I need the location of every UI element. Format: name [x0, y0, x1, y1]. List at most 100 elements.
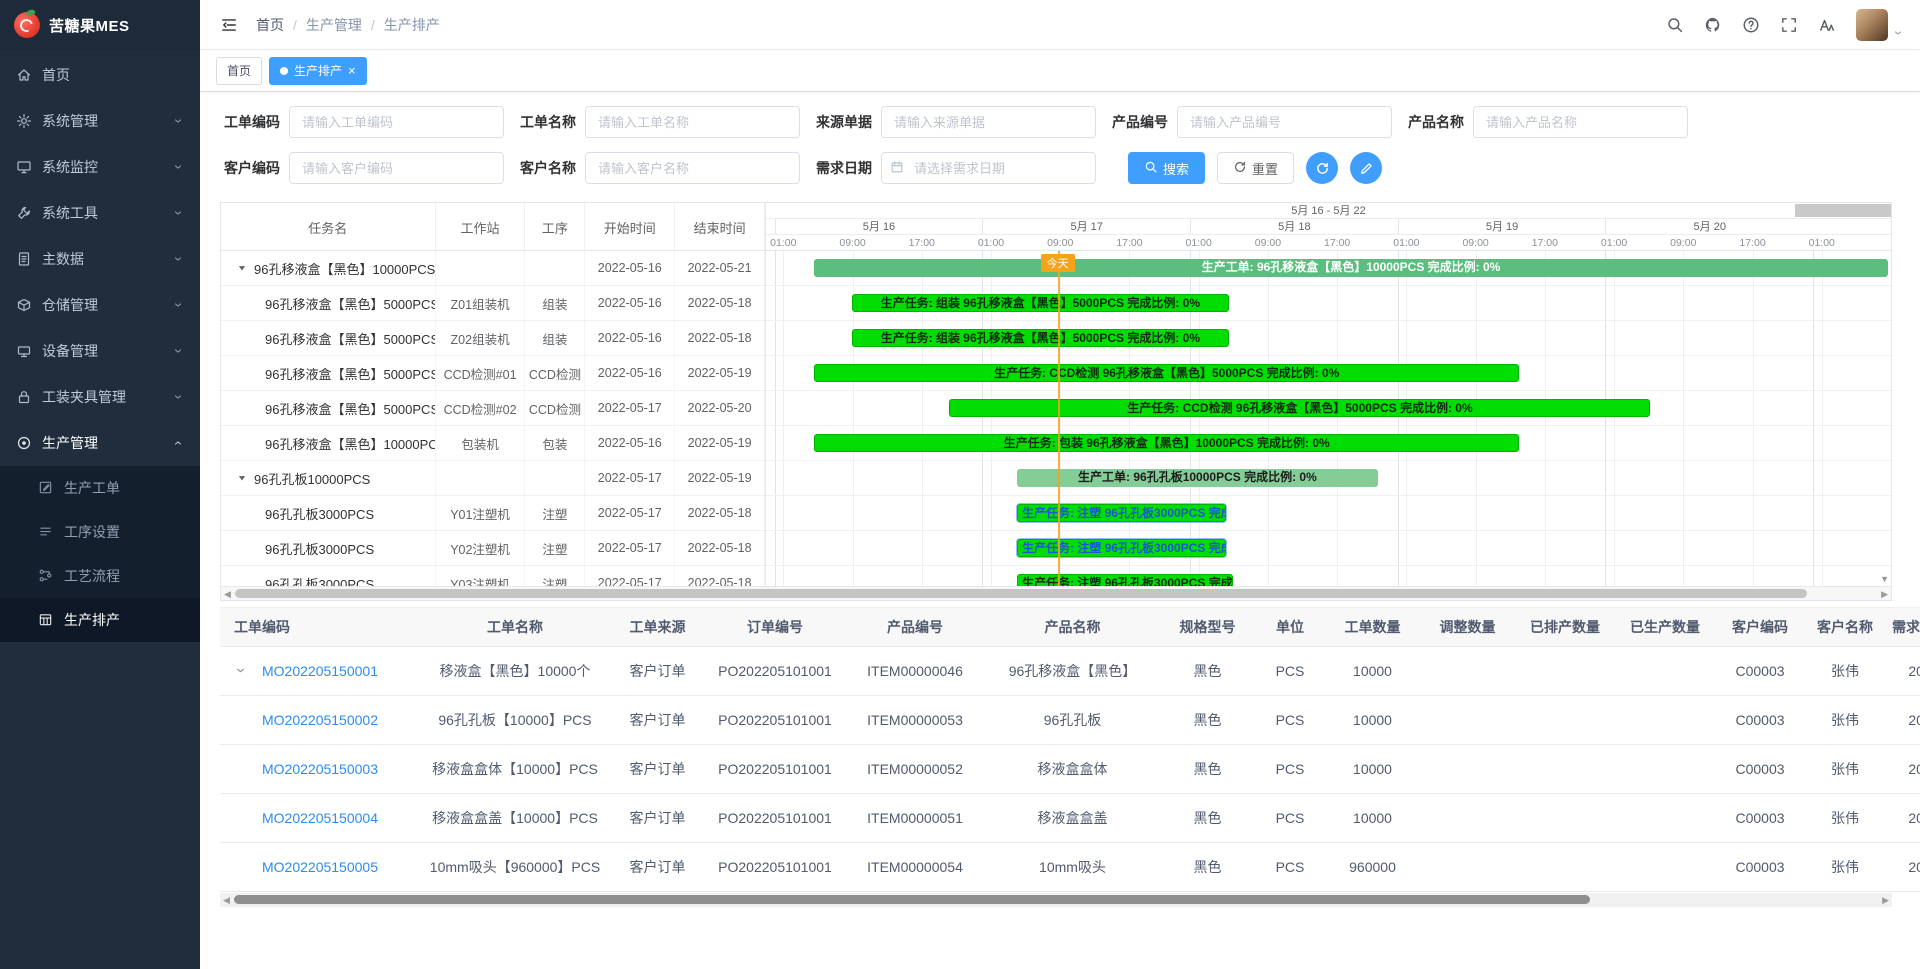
user-menu[interactable]	[1856, 9, 1904, 41]
gantt-workstation	[436, 461, 526, 495]
gantt-bar[interactable]: 生产任务: 组装 96孔移液盒【黑色】5000PCS 完成比例: 0%	[852, 329, 1229, 347]
sidebar-item-process-flow[interactable]: 工艺流程	[0, 554, 200, 598]
sidebar-item-system-tools[interactable]: 系统工具	[0, 190, 200, 236]
gantt-bar[interactable]: 生产任务: 注塑 96孔孔板3000PCS 完成比例: 0%	[1017, 574, 1233, 586]
gantt-bar[interactable]: 生产任务: 包装 96孔移液盒【黑色】10000PCS 完成比例: 0%	[814, 434, 1518, 452]
scroll-down-icon[interactable]: ▼	[1880, 574, 1889, 584]
sidebar-item-master-data[interactable]: 主数据	[0, 236, 200, 282]
gantt-bar[interactable]: 生产任务: CCD检测 96孔移液盒【黑色】5000PCS 完成比例: 0%	[949, 399, 1650, 417]
sidebar-item-equipment[interactable]: 设备管理	[0, 328, 200, 374]
sidebar-item-fixture[interactable]: 工装夹具管理	[0, 374, 200, 420]
list-icon	[38, 524, 54, 540]
table-cell-demand: 202	[1885, 745, 1920, 793]
text-input[interactable]	[1177, 106, 1392, 138]
work-order-code-link[interactable]: MO202205150003	[262, 761, 378, 777]
gantt-table-row[interactable]: 96孔移液盒【黑色】5000PCSCCD检测#01CCD检测2022-05-16…	[221, 356, 765, 391]
gantt-bar[interactable]: 生产任务: CCD检测 96孔移液盒【黑色】5000PCS 完成比例: 0%	[814, 364, 1518, 382]
sidebar-toggle-icon[interactable]	[216, 12, 242, 38]
gantt-bar[interactable]: 生产工单: 96孔孔板10000PCS 完成比例: 0%	[1017, 469, 1378, 487]
table-cell-cust_name: 张伟	[1805, 794, 1885, 842]
sidebar-item-process-setup[interactable]: 工序设置	[0, 510, 200, 554]
gantt-workstation: Y03注塑机	[436, 566, 526, 586]
gantt-bar[interactable]: 生产工单: 96孔移液盒【黑色】10000PCS 完成比例: 0%	[814, 259, 1887, 277]
gantt-table-row[interactable]: 96孔孔板10000PCS2022-05-172022-05-19	[221, 461, 765, 496]
scroll-right-icon[interactable]: ▶	[1881, 588, 1888, 600]
scroll-left-icon[interactable]: ◀	[224, 588, 231, 600]
breadcrumb-item[interactable]: 首页	[256, 15, 284, 35]
refresh-circle-button[interactable]	[1306, 152, 1338, 184]
scroll-left-icon[interactable]: ◀	[223, 894, 230, 906]
gantt-table-row[interactable]: 96孔移液盒【黑色】5000PCSCCD检测#02CCD检测2022-05-17…	[221, 391, 765, 426]
work-order-code-link[interactable]: MO202205150004	[262, 810, 378, 826]
task-name-text: 96孔孔板3000PCS	[265, 539, 374, 558]
sidebar-item-label: 系统管理	[42, 111, 98, 131]
sidebar-item-production[interactable]: 生产管理	[0, 420, 200, 466]
gantt-bar[interactable]: 生产任务: 注塑 96孔孔板3000PCS 完成比例: 0%	[1017, 504, 1226, 522]
avatar[interactable]	[1856, 9, 1888, 41]
gantt-table-row[interactable]: 96孔孔板3000PCSY03注塑机注塑2022-05-172022-05-18	[221, 566, 765, 586]
search-button[interactable]: 搜索	[1128, 152, 1205, 184]
table-cell-code: MO202205150003	[220, 745, 420, 793]
gantt-table-row[interactable]: 96孔移液盒【黑色】5000PCSZ02组装机组装2022-05-162022-…	[221, 321, 765, 356]
table-row[interactable]: MO202205150001移液盒【黑色】10000个客户订单PO2022051…	[220, 647, 1920, 696]
gantt-process: 注塑	[525, 496, 585, 530]
table-column-header: 客户编码	[1715, 608, 1805, 646]
expand-caret-icon[interactable]	[237, 473, 249, 483]
sidebar-item-home[interactable]: 首页	[0, 52, 200, 98]
work-order-code-link[interactable]: MO202205150005	[262, 859, 378, 875]
text-input[interactable]	[289, 106, 504, 138]
text-input[interactable]	[585, 152, 800, 184]
github-icon[interactable]	[1704, 16, 1722, 34]
breadcrumb-item[interactable]: 生产排产	[384, 15, 440, 35]
scroll-right-icon[interactable]: ▶	[1882, 894, 1889, 906]
table-row[interactable]: MO202205150003移液盒盒体【10000】PCS客户订单PO20220…	[220, 745, 1920, 794]
gantt-scrollbar-thumb[interactable]	[235, 589, 1807, 598]
gantt-process: 注塑	[525, 531, 585, 565]
gantt-bar[interactable]: 生产任务: 注塑 96孔孔板3000PCS 完成比例: 0%	[1017, 539, 1226, 557]
gantt-bar[interactable]: 生产任务: 组装 96孔移液盒【黑色】5000PCS 完成比例: 0%	[852, 294, 1229, 312]
gantt-end-time: 2022-05-18	[675, 286, 765, 320]
text-input[interactable]	[585, 106, 800, 138]
gantt-table-row[interactable]: 96孔移液盒【黑色】10000PCS包装机包装2022-05-162022-05…	[221, 426, 765, 461]
sidebar-item-label: 系统监控	[42, 157, 98, 177]
reset-button[interactable]: 重置	[1217, 152, 1294, 184]
sidebar-item-warehouse[interactable]: 仓储管理	[0, 282, 200, 328]
gantt-table-row[interactable]: 96孔移液盒【黑色】5000PCSZ01组装机组装2022-05-162022-…	[221, 286, 765, 321]
edit-circle-button[interactable]	[1350, 152, 1382, 184]
fullscreen-icon[interactable]	[1780, 16, 1798, 34]
sidebar-item-system-admin[interactable]: 系统管理	[0, 98, 200, 144]
table-cell-adjust	[1420, 794, 1515, 842]
gantt-table-row[interactable]: 96孔移液盒【黑色】10000PCS2022-05-162022-05-21	[221, 251, 765, 286]
table-horizontal-scrollbar[interactable]: ◀ ▶	[220, 893, 1892, 907]
sidebar-item-scheduling[interactable]: 生产排产	[0, 598, 200, 642]
breadcrumb-item[interactable]: 生产管理	[306, 15, 362, 35]
sidebar-item-work-order[interactable]: 生产工单	[0, 466, 200, 510]
text-input[interactable]	[1473, 106, 1688, 138]
work-order-code-link[interactable]: MO202205150001	[262, 663, 378, 679]
tab-首页[interactable]: 首页	[216, 57, 262, 85]
date-input[interactable]	[881, 152, 1096, 184]
table-row[interactable]: MO20220515000510mm吸头【960000】PCS客户订单PO202…	[220, 843, 1920, 892]
gantt-table-row[interactable]: 96孔孔板3000PCSY01注塑机注塑2022-05-172022-05-18	[221, 496, 765, 531]
font-size-icon[interactable]	[1818, 16, 1836, 34]
timeline-range-label: 5月 16 - 5月 22	[1291, 205, 1366, 217]
help-icon[interactable]	[1742, 16, 1760, 34]
close-icon[interactable]: ×	[348, 64, 356, 77]
table-cell-item_no: ITEM00000051	[845, 794, 985, 842]
text-input[interactable]	[881, 106, 1096, 138]
sidebar-item-system-monitor[interactable]: 系统监控	[0, 144, 200, 190]
table-row[interactable]: MO20220515000296孔孔板【10000】PCS客户订单PO20220…	[220, 696, 1920, 745]
text-input[interactable]	[289, 152, 504, 184]
table-cell-product: 96孔移液盒【黑色】	[985, 647, 1160, 695]
table-cell-order_no: PO202205101001	[705, 696, 845, 744]
search-icon[interactable]	[1666, 16, 1684, 34]
gantt-table-row[interactable]: 96孔孔板3000PCSY02注塑机注塑2022-05-172022-05-18	[221, 531, 765, 566]
work-order-code-link[interactable]: MO202205150002	[262, 712, 378, 728]
tab-生产排产[interactable]: 生产排产×	[269, 57, 367, 85]
gantt-horizontal-scrollbar[interactable]: ◀ ▶	[221, 586, 1891, 600]
table-scrollbar-thumb[interactable]	[234, 895, 1590, 904]
table-row[interactable]: MO202205150004移液盒盒盖【10000】PCS客户订单PO20220…	[220, 794, 1920, 843]
sidebar-item-label: 首页	[42, 65, 70, 85]
expand-caret-icon[interactable]	[234, 664, 247, 677]
expand-caret-icon[interactable]	[237, 263, 249, 273]
